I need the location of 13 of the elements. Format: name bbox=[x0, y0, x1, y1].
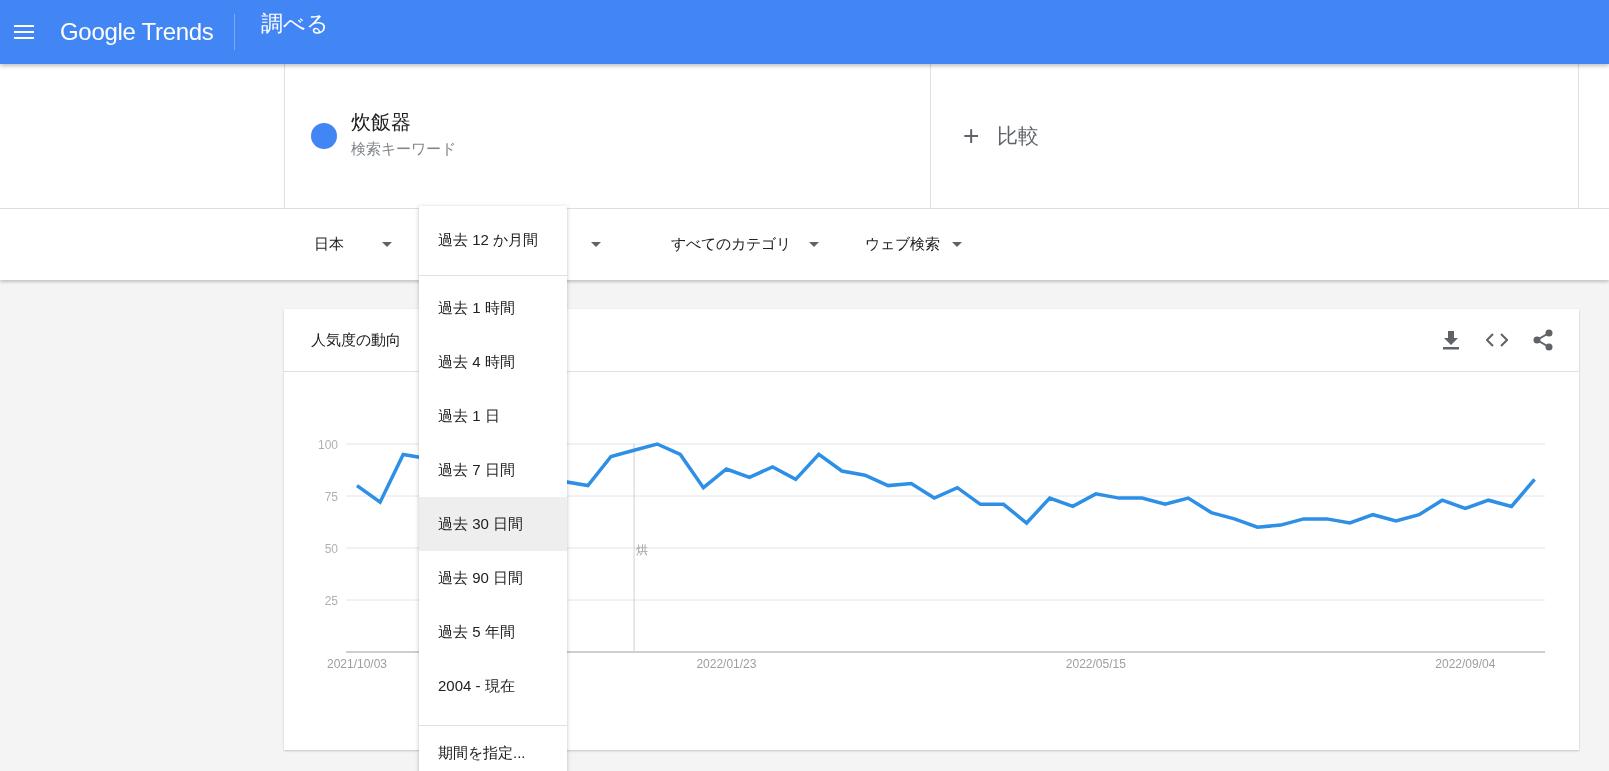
term-subtitle: 検索キーワード bbox=[351, 140, 456, 159]
axis-label: 2022/05/15 bbox=[1065, 657, 1126, 671]
axis-label: 50 bbox=[324, 542, 338, 556]
search-term: 炊飯器 bbox=[351, 110, 412, 135]
card-title: 人気度の動向 bbox=[311, 330, 401, 350]
axis-label: 100 bbox=[317, 438, 338, 452]
axis-label: 2021/10/03 bbox=[326, 657, 388, 671]
axis-label: 2022/09/04 bbox=[1435, 657, 1496, 671]
axis-label: 2022/01/23 bbox=[696, 657, 757, 671]
hover-label: 烘 bbox=[636, 543, 649, 557]
axis-label: 75 bbox=[324, 490, 338, 504]
page-title: 調べる bbox=[260, 10, 329, 38]
axis-label: 25 bbox=[324, 594, 338, 608]
